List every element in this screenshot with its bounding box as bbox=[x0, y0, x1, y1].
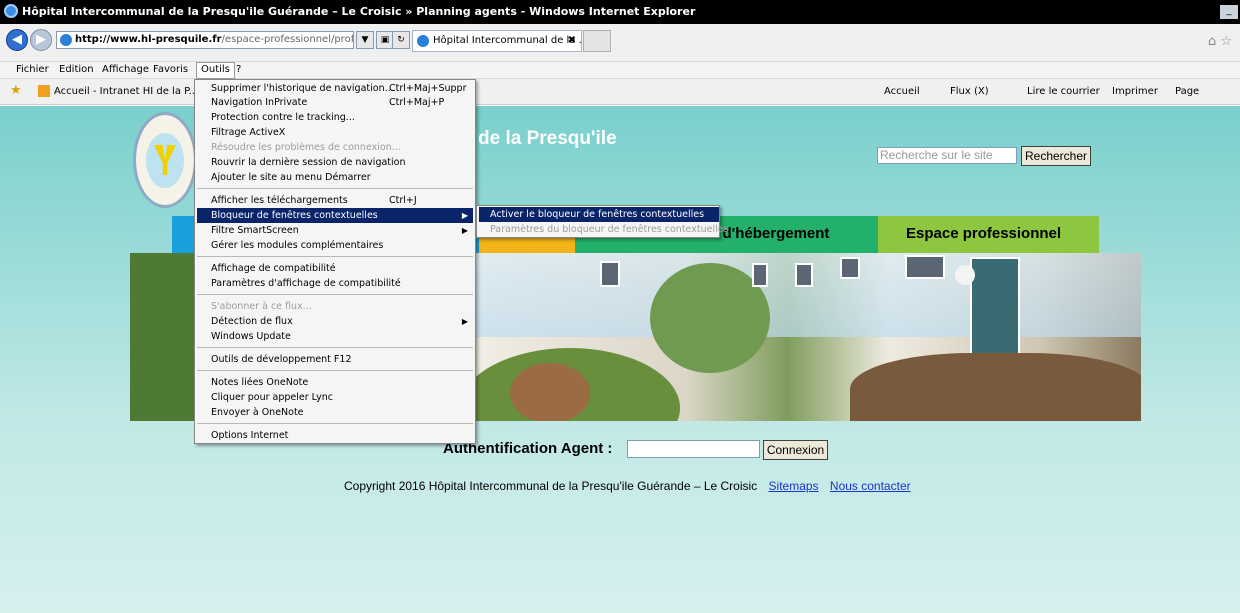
site-title: de la Presqu'ile bbox=[478, 128, 617, 149]
tab-close-icon[interactable]: ✖ bbox=[568, 31, 576, 51]
menu-item-send-onenote[interactable]: Envoyer à OneNote bbox=[197, 405, 473, 420]
menu-item-manage-addons[interactable]: Gérer les modules complémentaires bbox=[197, 238, 473, 253]
menu-item-downloads[interactable]: Afficher les téléchargements Ctrl+J bbox=[197, 193, 473, 208]
favbar-mail[interactable]: Lire le courrier bbox=[1027, 86, 1100, 97]
menu-item-smartscreen[interactable]: Filtre SmartScreen ▶ bbox=[197, 223, 473, 238]
menu-favoris[interactable]: Favoris bbox=[153, 64, 188, 75]
menu-item-tracking-protection[interactable]: Protection contre le tracking... bbox=[197, 110, 473, 125]
menu-item-inprivate[interactable]: Navigation InPrivate Ctrl+Maj+P bbox=[197, 95, 473, 110]
photo-tree bbox=[130, 253, 200, 421]
menu-item-lync[interactable]: Cliquer pour appeler Lync bbox=[197, 390, 473, 405]
search-button[interactable]: Rechercher bbox=[1021, 146, 1091, 166]
photo-lamp bbox=[955, 265, 975, 285]
favorite-site-icon bbox=[38, 85, 50, 97]
menu-item-feed-discovery[interactable]: Détection de flux ▶ bbox=[197, 314, 473, 329]
menu-item-subscribe-feed: S'abonner à ce flux... bbox=[211, 301, 312, 312]
footer-link-sitemaps[interactable]: Sitemaps bbox=[769, 479, 819, 493]
photo-window bbox=[600, 261, 620, 287]
browser-tab[interactable]: Hôpital Intercommunal de la ... ✖ bbox=[412, 30, 588, 52]
photo-window bbox=[795, 263, 813, 287]
hospital-logo bbox=[133, 112, 197, 208]
menu-fichier[interactable]: Fichier bbox=[16, 64, 49, 75]
ie-logo-icon bbox=[4, 4, 18, 18]
menu-outils[interactable]: Outils bbox=[196, 62, 235, 79]
tab-favicon-icon bbox=[417, 35, 429, 47]
favbar-home[interactable]: Accueil bbox=[884, 86, 920, 97]
photo-window bbox=[840, 257, 860, 279]
tab-label: Hôpital Intercommunal de la ... bbox=[433, 35, 589, 46]
address-domain: http://www.hl-presquile.fr bbox=[75, 34, 222, 45]
menu-separator bbox=[197, 347, 473, 348]
menu-item-compat-view[interactable]: Affichage de compatibilité bbox=[197, 261, 473, 276]
forward-button[interactable]: ▶ bbox=[30, 29, 52, 51]
refresh-icon[interactable]: ↻ bbox=[392, 31, 410, 49]
search-input[interactable]: Recherche sur le site bbox=[877, 147, 1017, 164]
address-input[interactable]: http://www.hl-presquile.fr/espace-profes… bbox=[56, 31, 354, 49]
menu-item-windows-update[interactable]: Windows Update bbox=[197, 329, 473, 344]
photo-flowers bbox=[510, 363, 590, 421]
menu-separator bbox=[197, 294, 473, 295]
menu-separator bbox=[197, 188, 473, 189]
submenu-arrow-icon: ▶ bbox=[461, 317, 468, 326]
favorite-item[interactable]: Accueil - Intranet HI de la P... bbox=[54, 86, 198, 97]
favorites-star-icon[interactable]: ★ bbox=[10, 83, 22, 98]
menu-edition[interactable]: Edition bbox=[59, 64, 94, 75]
new-tab-button[interactable] bbox=[583, 30, 611, 52]
home-icon[interactable]: ⌂ ☆ bbox=[1208, 34, 1232, 49]
footer-copyright: Copyright 2016 Hôpital Intercommunal de … bbox=[344, 479, 758, 493]
favbar-page[interactable]: Page bbox=[1175, 86, 1199, 97]
submenu-arrow-icon: ▶ bbox=[461, 211, 468, 220]
menu-item-fix-connection: Résoudre les problèmes de connexion... bbox=[211, 142, 401, 153]
menu-item-onenote-linked[interactable]: Notes liées OneNote bbox=[197, 375, 473, 390]
photo-window bbox=[752, 263, 768, 287]
popup-blocker-submenu: Activer le bloqueur de fenêtres contextu… bbox=[476, 205, 729, 238]
window-titlebar: Hôpital Intercommunal de la Presqu'ile G… bbox=[0, 0, 1240, 24]
submenu-item-blocker-settings: Paramètres du bloqueur de fenêtres conte… bbox=[490, 224, 729, 235]
menu-item-internet-options[interactable]: Options Internet bbox=[197, 428, 473, 443]
auth-input[interactable] bbox=[627, 440, 760, 458]
favorites-bar: ★ Accueil - Intranet HI de la P... Accue… bbox=[0, 79, 1240, 105]
favbar-print[interactable]: Imprimer bbox=[1112, 86, 1158, 97]
menu-item-dev-tools[interactable]: Outils de développement F12 bbox=[197, 352, 473, 367]
nav-label-espace-professionnel: Espace professionnel bbox=[906, 225, 1062, 242]
page-icon bbox=[60, 34, 72, 46]
submenu-item-enable-blocker[interactable]: Activer le bloqueur de fenêtres contextu… bbox=[479, 207, 719, 222]
footer: Copyright 2016 Hôpital Intercommunal de … bbox=[344, 479, 911, 493]
footer-link-contact[interactable]: Nous contacter bbox=[830, 479, 911, 493]
menu-separator bbox=[197, 256, 473, 257]
connexion-button[interactable]: Connexion bbox=[763, 440, 828, 460]
nav-item-espace-professionnel[interactable]: Espace professionnel bbox=[878, 216, 1099, 253]
menu-separator bbox=[197, 423, 473, 424]
back-button[interactable]: ◀ bbox=[6, 29, 28, 51]
menu-item-popup-blocker[interactable]: Bloqueur de fenêtres contextuelles ▶ bbox=[197, 208, 473, 223]
menu-item-activex-filtering[interactable]: Filtrage ActiveX bbox=[197, 125, 473, 140]
window-title: Hôpital Intercommunal de la Presqu'ile G… bbox=[22, 5, 696, 18]
photo-bush-right bbox=[850, 353, 1141, 421]
submenu-arrow-icon: ▶ bbox=[461, 226, 468, 235]
favbar-feeds[interactable]: Flux (X) bbox=[950, 86, 989, 97]
menu-item-add-to-start[interactable]: Ajouter le site au menu Démarrer bbox=[197, 170, 473, 185]
photo-window bbox=[905, 255, 945, 279]
minimize-icon[interactable]: _ bbox=[1220, 5, 1238, 19]
tools-dropdown-menu: Supprimer l'historique de navigation... C… bbox=[194, 79, 476, 444]
dropdown-arrow-icon[interactable]: ▼ bbox=[356, 31, 374, 49]
menu-item-delete-history[interactable]: Supprimer l'historique de navigation... C… bbox=[197, 81, 473, 96]
menu-item-compat-settings[interactable]: Paramètres d'affichage de compatibilité bbox=[197, 276, 473, 291]
menu-help[interactable]: ? bbox=[236, 64, 241, 75]
address-path: /espace-professionnel/professior bbox=[221, 34, 354, 45]
menu-separator bbox=[197, 370, 473, 371]
menu-item-reopen-session[interactable]: Rouvrir la dernière session de navigatio… bbox=[197, 155, 473, 170]
menu-affichage[interactable]: Affichage bbox=[102, 64, 149, 75]
menu-bar: Fichier Edition Affichage Favoris Outils… bbox=[0, 62, 1240, 79]
address-toolbar: ◀ ▶ http://www.hl-presquile.fr/espace-pr… bbox=[0, 24, 1240, 62]
